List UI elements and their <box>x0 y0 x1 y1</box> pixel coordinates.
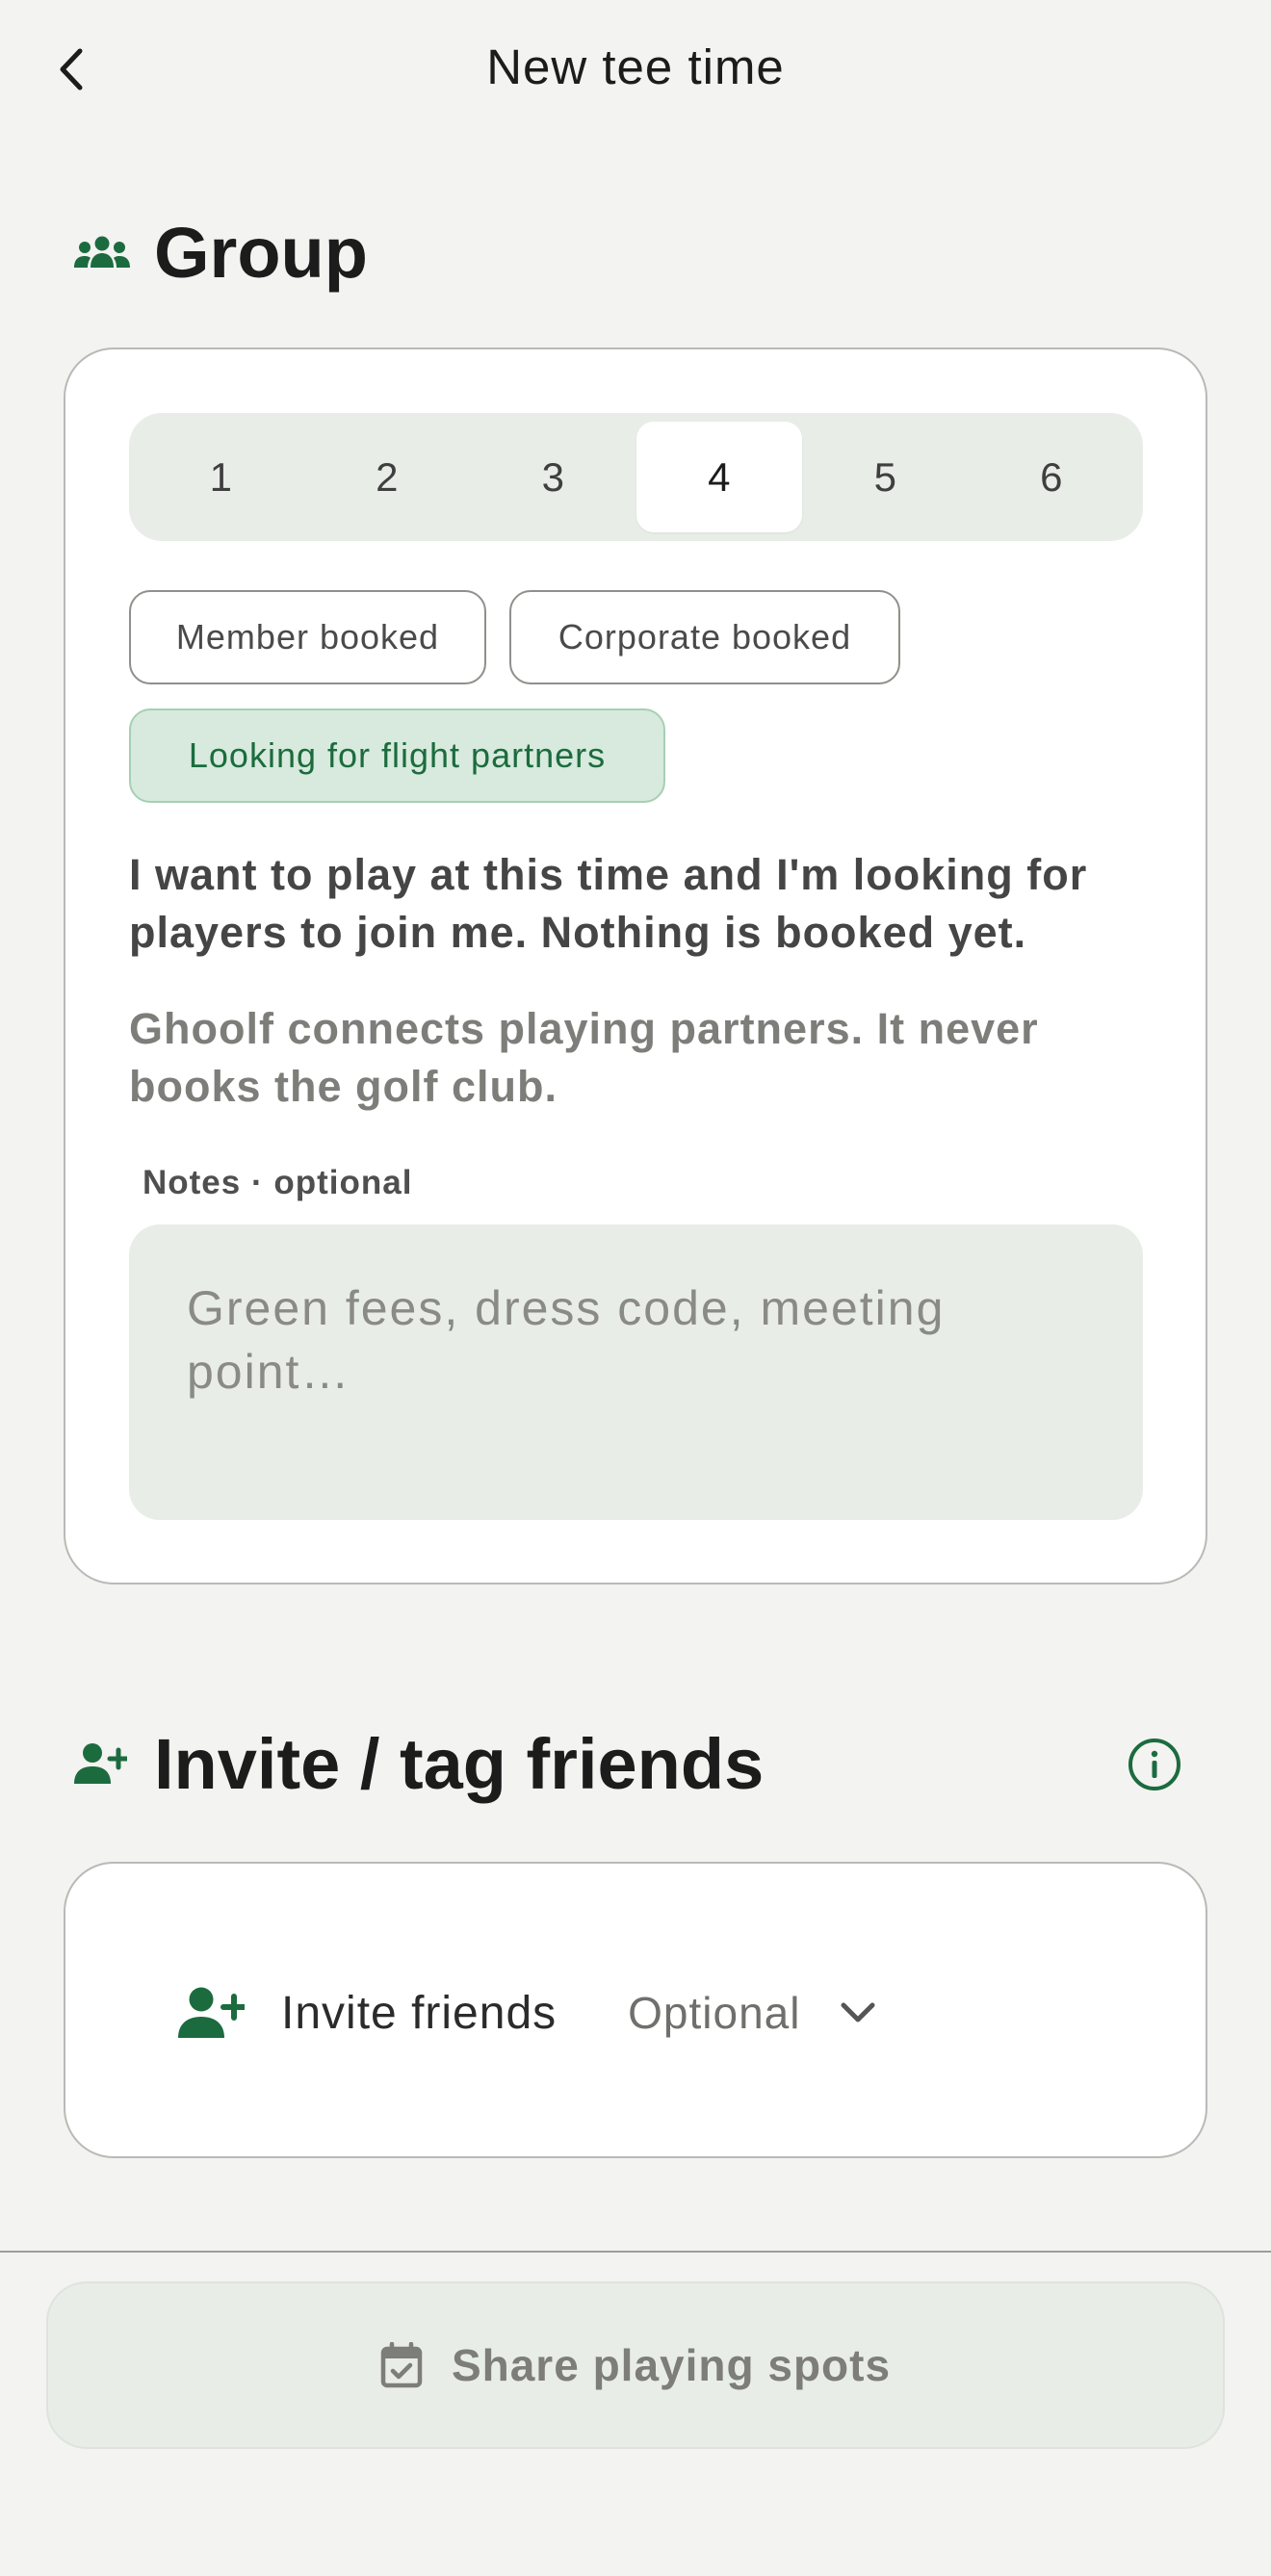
booking-disclaimer: Ghoolf connects playing partners. It nev… <box>129 1004 1039 1111</box>
invite-card: Invite friends Optional <box>64 1862 1207 2158</box>
player-count-selector: 1 2 3 4 5 6 <box>129 413 1143 541</box>
player-count-option-2[interactable]: 2 <box>304 422 471 532</box>
booking-type-description: I want to play at this time and I'm look… <box>129 850 1088 957</box>
player-count-option-3[interactable]: 3 <box>470 422 636 532</box>
page-title: New tee time <box>486 39 785 94</box>
calendar-check-icon <box>380 2341 425 2389</box>
player-count-option-1[interactable]: 1 <box>138 422 304 532</box>
group-card: 1 2 3 4 5 6 Member booked Corporate book… <box>64 348 1207 1584</box>
person-add-icon <box>73 1735 131 1792</box>
corporate-booked-chip[interactable]: Corporate booked <box>509 590 900 684</box>
footer-divider <box>0 2251 1271 2253</box>
notes-field <box>129 1224 1143 1520</box>
new-tee-time-screen: New tee time Group 1 2 3 4 5 6 Member bo… <box>0 0 1271 2576</box>
player-count-option-6[interactable]: 6 <box>969 422 1135 532</box>
invite-friends-value: Optional <box>628 1988 801 2038</box>
share-playing-spots-button[interactable]: Share playing spots <box>46 2281 1225 2449</box>
person-add-icon <box>177 1984 245 2042</box>
flight-partners-chip[interactable]: Looking for flight partners <box>129 708 665 803</box>
invite-section-title: Invite / tag friends <box>154 1723 765 1804</box>
invite-section-heading: Invite / tag friends <box>73 1724 764 1804</box>
info-button[interactable] <box>1128 1739 1180 1790</box>
info-icon <box>1151 1750 1158 1778</box>
notes-input[interactable] <box>187 1276 1085 1468</box>
invite-friends-dropdown[interactable]: Invite friends Optional <box>177 1970 877 2056</box>
invite-friends-label: Invite friends <box>281 1987 558 2039</box>
player-count-option-5[interactable]: 5 <box>802 422 969 532</box>
chevron-down-icon <box>839 1994 877 2032</box>
notes-label: Notes · optional <box>143 1164 413 1201</box>
group-section-title: Group <box>154 212 368 293</box>
member-booked-chip[interactable]: Member booked <box>129 590 486 684</box>
group-icon <box>73 223 131 281</box>
header: New tee time <box>0 0 1271 140</box>
share-playing-spots-label: Share playing spots <box>451 2340 892 2390</box>
player-count-option-4[interactable]: 4 <box>636 422 802 532</box>
group-section-heading: Group <box>73 213 368 293</box>
